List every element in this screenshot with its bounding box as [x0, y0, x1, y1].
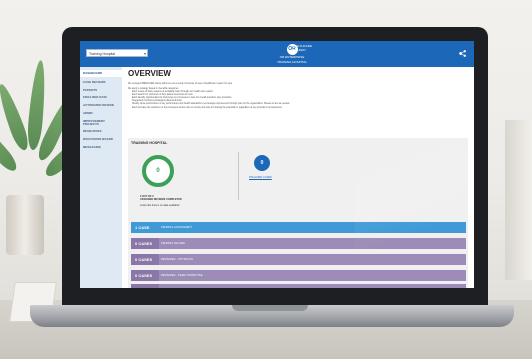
panel-title: TRAINING HOSPITAL: [131, 141, 168, 145]
plant: [0, 0, 91, 260]
sidebar-item-dashboard[interactable]: DASHBOARD: [80, 70, 122, 77]
completed-reviews-count: 0: [156, 168, 160, 174]
shelf: [505, 120, 532, 280]
page-title: OVERVIEW: [128, 69, 171, 78]
panel-divider: [238, 152, 239, 200]
completed-reviews-text: 0 OUT OF 0 ASSIGNED REVIEWS COMPLETED Lo…: [140, 195, 200, 207]
status-bar-label: REVIEWED - PEER COMMITTEE: [161, 274, 203, 277]
status-bar-count: 0 CASES: [131, 284, 159, 288]
finalized-cases-count: 0: [254, 155, 270, 171]
status-bar[interactable]: 0 CASES REVIEWED - PEER COMMITTEE: [131, 270, 466, 281]
hospital-select-value: Training Hospital: [89, 52, 116, 56]
main-content: OVERVIEW We reviewed MEDICARE claims wit…: [128, 69, 468, 288]
status-bar-count: 1 CASE: [131, 222, 159, 233]
logo-name: HEALTHCARE PATHWAY: [292, 44, 312, 52]
status-bar[interactable]: 0 CASES REVIEWED - PHYSICIAN: [131, 254, 466, 265]
laptop-notch: [232, 305, 308, 311]
finalized-cases-link[interactable]: FINALIZED CASES: [249, 176, 272, 179]
app-logo: OR OR ENTERPRISE TRAINING HOSPITAL HEALT…: [262, 44, 322, 66]
overview-intro: We reviewed MEDICARE claims within an er…: [128, 83, 233, 85]
status-bar[interactable]: 0 CASESPEER COMMITTEE: [131, 284, 466, 288]
status-bar-label: PEER COMMITTEE: [161, 284, 186, 288]
overview-bullet: Each increase the resilience in the proc…: [132, 106, 283, 109]
app-header: Training Hospital ▾ OR OR ENTERPRISE TRA…: [80, 41, 474, 67]
plant-pot: [6, 195, 44, 255]
status-bar-count: 0 CASES: [131, 254, 159, 265]
completed-line3: Looks like there's no data available!: [140, 204, 180, 207]
completed-reviews-ring: 0: [142, 155, 174, 187]
laptop-screen: Training Hospital ▾ OR OR ENTERPRISE TRA…: [80, 41, 474, 288]
status-bar[interactable]: 0 CASES PENDING REVIEW: [131, 238, 466, 249]
hospital-panel: TRAINING HOSPITAL 0 0 OUT OF 0 ASSIGNED …: [128, 138, 468, 288]
sidebar: DASHBOARD CASE REVIEWS PATIENTS FINALIZE…: [80, 67, 122, 288]
chevron-down-icon: ▾: [143, 51, 146, 56]
hospital-select[interactable]: Training Hospital ▾: [86, 49, 148, 57]
completed-line2: ASSIGNED REVIEWS COMPLETED: [140, 198, 182, 201]
status-bar-label: PENDING ASSIGNMENT: [161, 226, 193, 229]
status-bar[interactable]: 1 CASE PENDING ASSIGNMENT: [131, 222, 466, 233]
status-bar-label: REVIEWED - PHYSICIAN: [161, 258, 194, 261]
status-bar-label: PENDING REVIEW: [161, 242, 186, 245]
logo-line2: TRAINING HOSPITAL: [277, 59, 307, 64]
status-bar-count: 0 CASES: [131, 238, 159, 249]
overview-text: We reviewed MEDICARE claims within an er…: [128, 83, 448, 110]
status-bar-count: 0 CASES: [131, 270, 159, 281]
user-menu-icon[interactable]: [458, 49, 467, 58]
sidebar-item-messaging[interactable]: MESSAGING: [80, 145, 122, 149]
